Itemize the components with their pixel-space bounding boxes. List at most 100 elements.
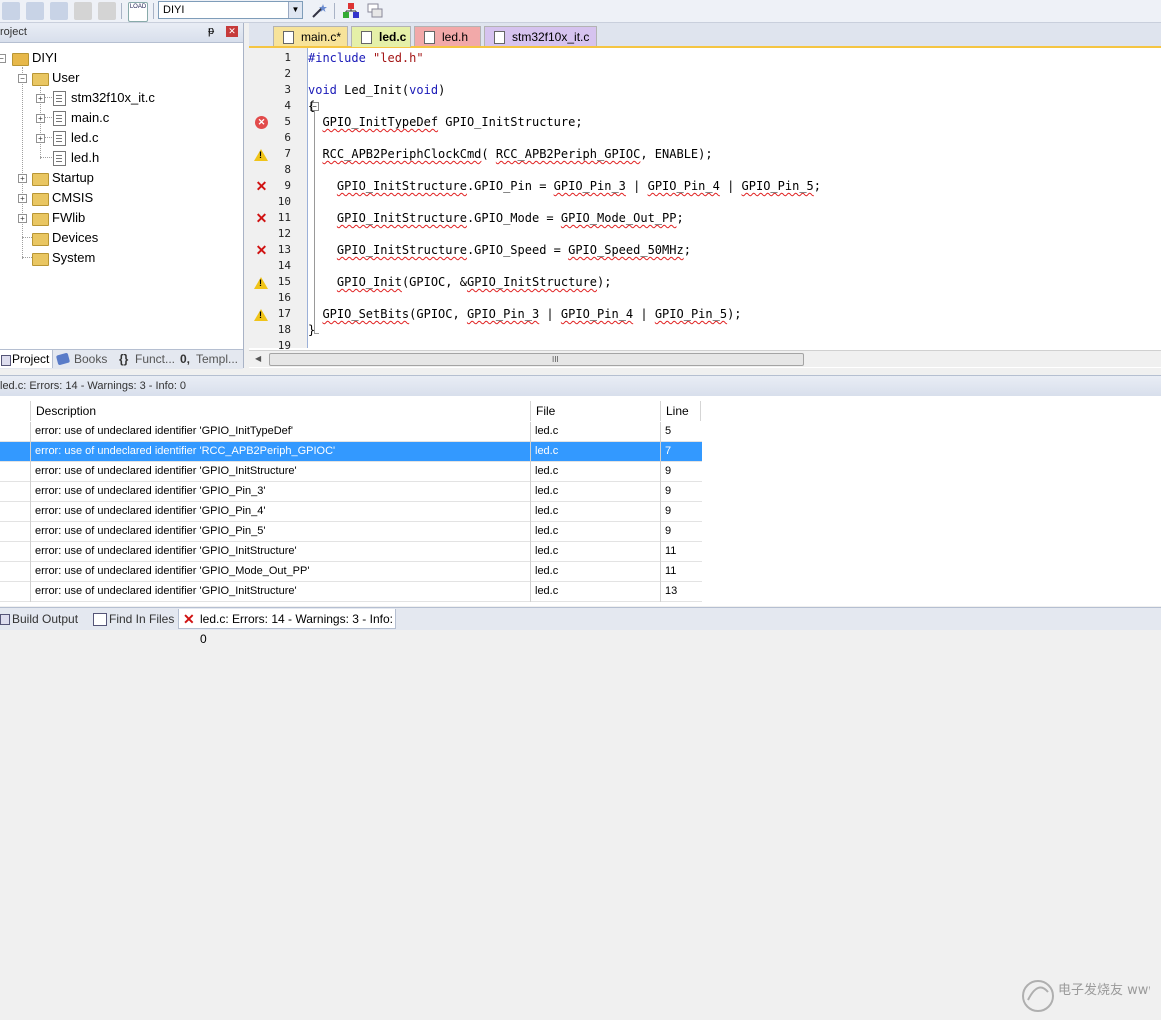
tree-item-label: DIYI: [32, 50, 58, 65]
code-line-7[interactable]: RCC_APB2PeriphClockCmd( RCC_APB2Periph_G…: [308, 147, 712, 161]
code-line-4[interactable]: {: [308, 99, 315, 113]
tree-item-file[interactable]: + led.c: [0, 128, 243, 148]
code-editor: main.c* led.c led.h stm32f10x_it.c 1 2 3…: [249, 23, 1161, 368]
code-line-11[interactable]: GPIO_InitStructure.GPIO_Mode = GPIO_Mode…: [308, 211, 684, 225]
expand-icon[interactable]: +: [36, 94, 45, 103]
tree-item-folder[interactable]: + Startup: [0, 168, 243, 188]
cell-divider: [660, 522, 661, 542]
expand-icon[interactable]: +: [18, 214, 27, 223]
warning-marker-icon[interactable]: [254, 309, 268, 321]
code-line-15[interactable]: GPIO_Init(GPIOC, &GPIO_InitStructure);: [308, 275, 612, 289]
tree-item-file[interactable]: led.h: [0, 148, 243, 168]
tree-item-label: User: [52, 70, 80, 85]
load-icon[interactable]: LOAD: [128, 2, 148, 22]
pin-icon[interactable]: ᵽ: [208, 25, 214, 37]
tab-templates[interactable]: 0, Templ...: [178, 350, 241, 368]
column-header-file[interactable]: File: [536, 401, 555, 421]
column-divider[interactable]: [530, 401, 531, 421]
expand-icon[interactable]: +: [18, 194, 27, 203]
windows-icon[interactable]: [366, 2, 384, 20]
c-file-icon: [53, 111, 66, 126]
tree-item-label: led.c: [71, 130, 99, 145]
cell-divider: [530, 502, 531, 522]
code-line-17[interactable]: GPIO_SetBits(GPIOC, GPIO_Pin_3 | GPIO_Pi…: [308, 307, 741, 321]
column-divider[interactable]: [660, 401, 661, 421]
expand-icon[interactable]: +: [18, 174, 27, 183]
tab-stm32f10x-it-c[interactable]: stm32f10x_it.c: [484, 26, 597, 46]
error-file: led.c: [535, 485, 559, 497]
scrollbar-thumb[interactable]: III: [269, 353, 804, 366]
tree-item-user[interactable]: − User: [0, 68, 243, 88]
table-row[interactable]: error: use of undeclared identifier 'GPI…: [0, 502, 702, 522]
tab-books[interactable]: Books: [55, 350, 113, 368]
code-line-1[interactable]: #include "led.h": [308, 51, 424, 65]
error-marker-icon[interactable]: ✕: [255, 179, 268, 193]
tab-main-c[interactable]: main.c*: [273, 26, 348, 46]
column-divider[interactable]: [30, 401, 31, 421]
close-icon[interactable]: ✕: [226, 26, 238, 37]
tab-functions[interactable]: {} Funct...: [117, 350, 175, 368]
tab-label: Find In Files: [109, 612, 175, 626]
table-row[interactable]: error: use of undeclared identifier 'GPI…: [0, 422, 702, 442]
code-text: );: [597, 275, 612, 289]
preprocessor-token: #include: [308, 51, 366, 65]
column-header-line[interactable]: Line: [666, 401, 689, 421]
tree-item-file[interactable]: + main.c: [0, 108, 243, 128]
tab-led-h[interactable]: led.h: [414, 26, 481, 46]
code-line-5[interactable]: GPIO_InitTypeDef GPIO_InitStructure;: [308, 115, 582, 129]
stack-icon[interactable]: [2, 2, 20, 20]
tree-item-root[interactable]: − DIYI: [0, 48, 243, 68]
code-token-error: GPIO_InitStructure: [336, 243, 467, 257]
stack-icon[interactable]: [74, 2, 92, 20]
cell-divider: [660, 502, 661, 522]
tree-item-folder[interactable]: + CMSIS: [0, 188, 243, 208]
expand-icon[interactable]: +: [36, 134, 45, 143]
tree-item-folder[interactable]: System: [0, 248, 243, 268]
cell-divider: [530, 422, 531, 442]
error-line: 9: [665, 465, 672, 477]
table-row[interactable]: error: use of undeclared identifier 'GPI…: [0, 462, 702, 482]
table-row[interactable]: error: use of undeclared identifier 'GPI…: [0, 582, 702, 602]
tab-find-in-files[interactable]: Find In Files: [90, 609, 176, 629]
code-line-3[interactable]: void Led_Init(void): [308, 83, 445, 97]
target-select[interactable]: DIYI ▼: [158, 1, 303, 19]
warning-marker-icon[interactable]: [254, 149, 268, 161]
code-line-9[interactable]: GPIO_InitStructure.GPIO_Pin = GPIO_Pin_3…: [308, 179, 821, 193]
table-row[interactable]: error: use of undeclared identifier 'GPI…: [0, 482, 702, 502]
code-line-18[interactable]: }: [308, 323, 315, 337]
column-divider[interactable]: [700, 401, 701, 421]
tab-led-c[interactable]: led.c: [351, 26, 411, 47]
error-marker-icon[interactable]: ✕: [255, 243, 268, 257]
line-number: 16: [277, 291, 291, 304]
horizontal-scrollbar[interactable]: ◀ III: [249, 350, 1161, 367]
code-line-13[interactable]: GPIO_InitStructure.GPIO_Speed = GPIO_Spe…: [308, 243, 691, 257]
tab-project[interactable]: Project: [0, 350, 53, 368]
tab-error-list[interactable]: ✕ led.c: Errors: 14 - Warnings: 3 - Info…: [178, 609, 396, 646]
tree-item-file[interactable]: + stm32f10x_it.c: [0, 88, 243, 108]
scroll-left-icon[interactable]: ◀: [255, 354, 261, 363]
table-row[interactable]: error: use of undeclared identifier 'GPI…: [0, 562, 702, 582]
cell-divider: [30, 582, 31, 602]
line-number: 14: [277, 259, 291, 272]
error-marker-icon[interactable]: ✕: [255, 211, 268, 225]
collapse-icon[interactable]: −: [0, 54, 6, 63]
column-header-description[interactable]: Description: [36, 401, 96, 421]
error-marker-icon[interactable]: ✕: [255, 116, 268, 129]
table-row[interactable]: error: use of undeclared identifier 'GPI…: [0, 542, 702, 562]
stack-icon[interactable]: [26, 2, 44, 20]
stack-icon[interactable]: [50, 2, 68, 20]
tab-build-output[interactable]: Build Output: [0, 609, 86, 629]
tree-item-folder[interactable]: Devices: [0, 228, 243, 248]
chevron-down-icon[interactable]: ▼: [288, 2, 302, 18]
expand-icon[interactable]: +: [36, 114, 45, 123]
code-token-error: GPIO_InitStructure: [466, 275, 598, 289]
table-row[interactable]: error: use of undeclared identifier 'GPI…: [0, 522, 702, 542]
collapse-icon[interactable]: −: [18, 74, 27, 83]
tree-item-folder[interactable]: + FWlib: [0, 208, 243, 228]
components-icon[interactable]: [342, 2, 360, 20]
table-row-selected[interactable]: error: use of undeclared identifier 'RCC…: [0, 442, 702, 462]
stack-icon[interactable]: [98, 2, 116, 20]
warning-marker-icon[interactable]: [254, 277, 268, 289]
cell-divider: [660, 482, 661, 502]
magic-wand-icon[interactable]: [310, 2, 328, 20]
